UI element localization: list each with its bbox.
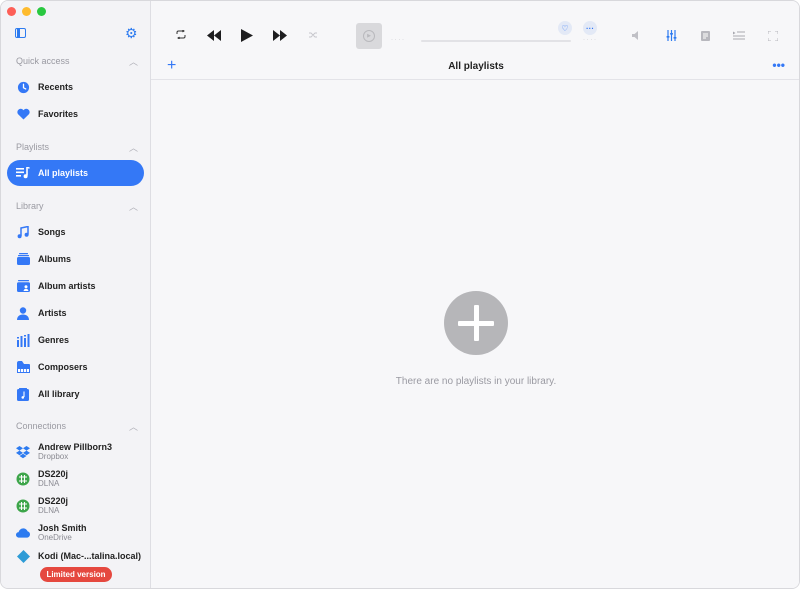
piano-icon xyxy=(16,360,30,374)
equalizer-icon[interactable] xyxy=(666,30,677,41)
rewind-icon[interactable] xyxy=(207,30,221,41)
page-title: All playlists xyxy=(448,61,504,72)
connection-item-dlna[interactable]: DS220j DLNA xyxy=(7,494,144,518)
sidebar-item-label: Album artists xyxy=(38,281,96,291)
playlist-icon xyxy=(16,166,30,180)
main-panel: ▶ · · · · · · · · ♡ ··· + All playlists … xyxy=(151,1,799,588)
clock-icon xyxy=(16,80,30,94)
minimize-window-button[interactable] xyxy=(22,7,31,16)
section-playlists[interactable]: Playlists ︿ xyxy=(16,141,138,154)
sidebar-item-all-playlists[interactable]: All playlists xyxy=(7,160,144,186)
sidebar-item-album-artists[interactable]: Album artists xyxy=(7,273,144,299)
connection-item-kodi[interactable]: Kodi (Mac-...talina.local) xyxy=(7,544,144,568)
more-icon[interactable]: ··· xyxy=(583,21,597,35)
connection-item-onedrive[interactable]: Josh Smith OneDrive xyxy=(7,521,144,545)
sidebar-toggle-icon[interactable] xyxy=(15,28,26,38)
sidebar-item-recents[interactable]: Recents xyxy=(7,74,144,100)
volume-icon[interactable] xyxy=(632,31,642,40)
disc-icon: ▶ xyxy=(363,30,375,42)
playlist-content: There are no playlists in your library. xyxy=(151,81,799,588)
heart-icon xyxy=(16,107,30,121)
fast-forward-icon[interactable] xyxy=(273,30,287,41)
play-icon[interactable] xyxy=(241,29,253,42)
sidebar-item-favorites[interactable]: Favorites xyxy=(7,101,144,127)
chevron-up-icon[interactable]: ︿ xyxy=(129,55,138,68)
sidebar-item-composers[interactable]: Composers xyxy=(7,354,144,380)
connection-name: Josh Smith xyxy=(38,523,87,533)
sidebar-item-artists[interactable]: Artists xyxy=(7,300,144,326)
connection-service: DLNA xyxy=(38,506,60,515)
remaining-time: · · · · xyxy=(583,37,596,43)
add-circle-icon[interactable] xyxy=(444,291,508,355)
lyrics-icon[interactable] xyxy=(701,31,710,41)
dlna-icon xyxy=(16,499,30,513)
content-header: + All playlists ••• xyxy=(151,56,799,80)
connection-name: Andrew Pillborn3 xyxy=(38,442,113,452)
sidebar-item-label: Artists xyxy=(38,308,67,318)
playback-toolbar: ▶ · · · · · · · · ♡ ··· xyxy=(151,1,799,56)
chevron-up-icon[interactable]: ︿ xyxy=(129,141,138,154)
empty-state-message: There are no playlists in your library. xyxy=(395,376,557,387)
section-quick-access[interactable]: Quick access ︿ xyxy=(16,55,138,68)
dropbox-icon xyxy=(16,445,30,459)
section-heading: Connections xyxy=(16,421,67,431)
album-stack-icon xyxy=(16,252,30,266)
fullscreen-icon[interactable] xyxy=(768,31,778,41)
sidebar-item-label: All library xyxy=(38,389,80,399)
chevron-up-icon[interactable]: ︿ xyxy=(129,200,138,213)
connection-name: DS220j xyxy=(38,496,69,506)
sidebar: ⚙ Quick access ︿ Recents Favorites Playl… xyxy=(1,1,151,588)
sidebar-item-label: Genres xyxy=(38,335,70,345)
sidebar-item-label: Songs xyxy=(38,227,66,237)
section-connections[interactable]: Connections ︿ xyxy=(16,420,138,433)
sidebar-item-label: Recents xyxy=(38,82,74,92)
more-options-icon[interactable]: ••• xyxy=(772,58,785,72)
chevron-up-icon[interactable]: ︿ xyxy=(129,420,138,433)
sidebar-item-label: All playlists xyxy=(38,168,89,178)
window-controls xyxy=(7,7,46,16)
music-note-icon xyxy=(16,225,30,239)
album-artist-icon xyxy=(16,279,30,293)
sidebar-item-songs[interactable]: Songs xyxy=(7,219,144,245)
library-book-icon xyxy=(16,387,30,401)
zoom-window-button[interactable] xyxy=(37,7,46,16)
heart-icon[interactable]: ♡ xyxy=(558,21,572,35)
sidebar-item-label: Albums xyxy=(38,254,72,264)
sidebar-item-genres[interactable]: Genres xyxy=(7,327,144,353)
connection-name: DS220j xyxy=(38,469,69,479)
connection-service: DLNA xyxy=(38,479,60,488)
connection-item-dropbox[interactable]: Andrew Pillborn3 Dropbox xyxy=(7,440,144,464)
section-heading: Quick access xyxy=(16,56,70,66)
kodi-icon xyxy=(16,549,30,563)
genres-icon xyxy=(16,333,30,347)
section-library[interactable]: Library ︿ xyxy=(16,200,138,213)
queue-icon[interactable] xyxy=(733,30,745,40)
shuffle-icon[interactable] xyxy=(309,31,318,39)
close-window-button[interactable] xyxy=(7,7,16,16)
section-heading: Playlists xyxy=(16,142,50,152)
connection-name: Kodi (Mac-...talina.local) xyxy=(38,551,142,561)
section-heading: Library xyxy=(16,201,44,211)
repeat-icon[interactable] xyxy=(176,30,186,39)
sidebar-item-label: Favorites xyxy=(38,109,79,119)
connection-item-dlna[interactable]: DS220j DLNA xyxy=(7,467,144,491)
onedrive-icon xyxy=(16,526,30,540)
sidebar-item-all-library[interactable]: All library xyxy=(7,381,144,407)
sidebar-item-label: Composers xyxy=(38,362,88,372)
app-window: ⚙ Quick access ︿ Recents Favorites Playl… xyxy=(0,0,800,589)
sidebar-item-albums[interactable]: Albums xyxy=(7,246,144,272)
limited-version-badge[interactable]: Limited version xyxy=(40,567,112,582)
progress-bar[interactable] xyxy=(421,40,571,42)
gear-icon[interactable]: ⚙ xyxy=(125,26,138,40)
person-icon xyxy=(16,306,30,320)
artwork-placeholder: ▶ xyxy=(356,23,382,49)
connection-service: OneDrive xyxy=(38,533,72,542)
connection-service: Dropbox xyxy=(38,452,69,461)
elapsed-time: · · · · xyxy=(391,37,404,43)
dlna-icon xyxy=(16,472,30,486)
